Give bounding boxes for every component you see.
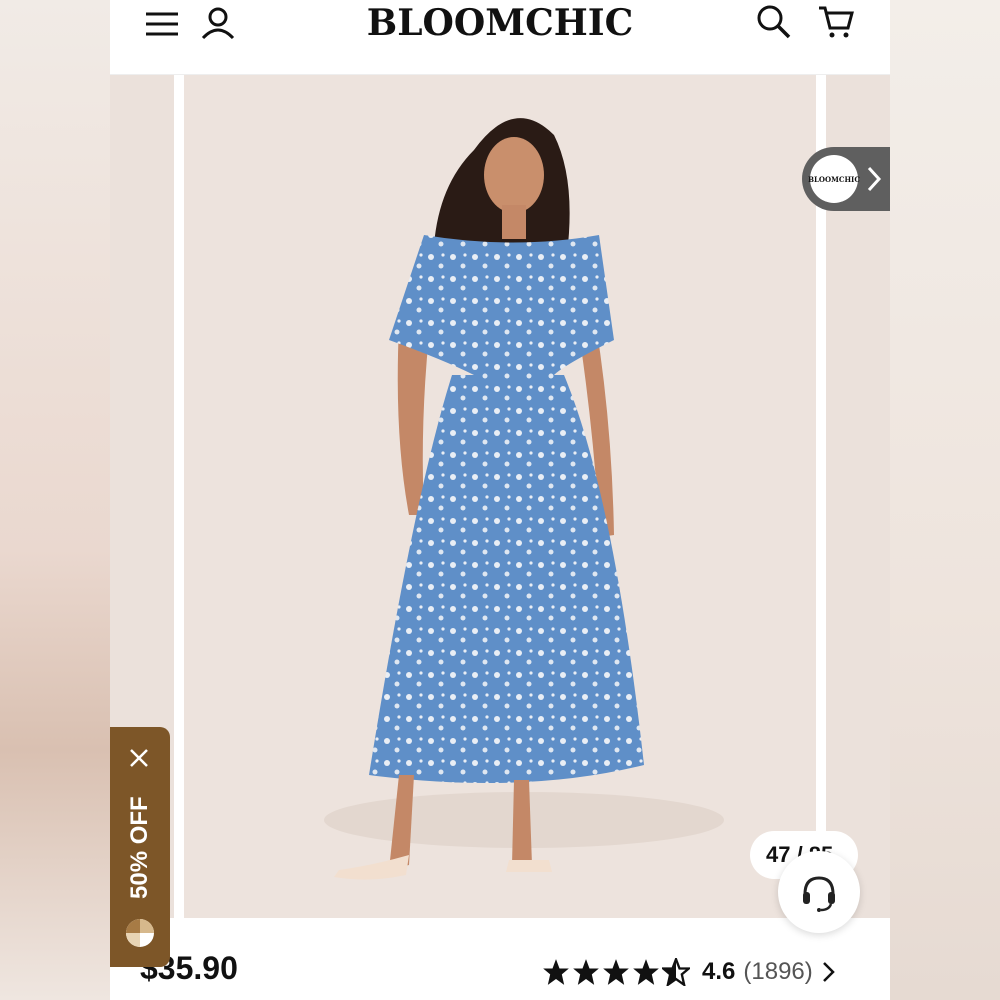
shop-badge-logo: BLOOMCHIC — [808, 155, 860, 203]
star-half-icon — [662, 958, 690, 986]
promo-label[interactable]: 50% OFF — [114, 783, 166, 913]
phone-screen: BLOOMCHIC BLOOMCHIC 47 $35.90 4.6 (1896)… — [110, 0, 890, 1000]
star-full-icon — [573, 959, 599, 985]
star-full-icon — [543, 959, 569, 985]
backdrop-right — [890, 0, 1000, 1000]
chevron-right-icon — [822, 962, 835, 982]
discount-promo-tab[interactable]: 50% OFF — [110, 727, 170, 967]
backdrop-left — [0, 0, 110, 1000]
rating-stars — [542, 958, 692, 986]
top-header: BLOOMCHIC — [110, 0, 890, 75]
customer-support-button[interactable] — [778, 851, 860, 933]
star-full-icon — [633, 959, 659, 985]
product-image-gallery[interactable]: BLOOMCHIC 47 / 85 — [110, 75, 890, 933]
model-illustration — [324, 118, 724, 880]
search-icon[interactable] — [756, 4, 792, 40]
chevron-right-icon — [867, 166, 882, 192]
headset-icon — [803, 876, 835, 912]
review-count: (1896) — [743, 958, 813, 985]
product-photo[interactable] — [184, 75, 816, 918]
discount-wheel-icon — [126, 919, 154, 947]
product-rating[interactable]: 4.6 (1896) — [542, 955, 837, 989]
rating-value: 4.6 — [702, 958, 736, 985]
close-icon[interactable] — [124, 743, 154, 773]
star-full-icon — [603, 959, 629, 985]
shop-badge[interactable]: BLOOMCHIC — [802, 147, 890, 211]
cart-icon[interactable] — [818, 4, 854, 40]
